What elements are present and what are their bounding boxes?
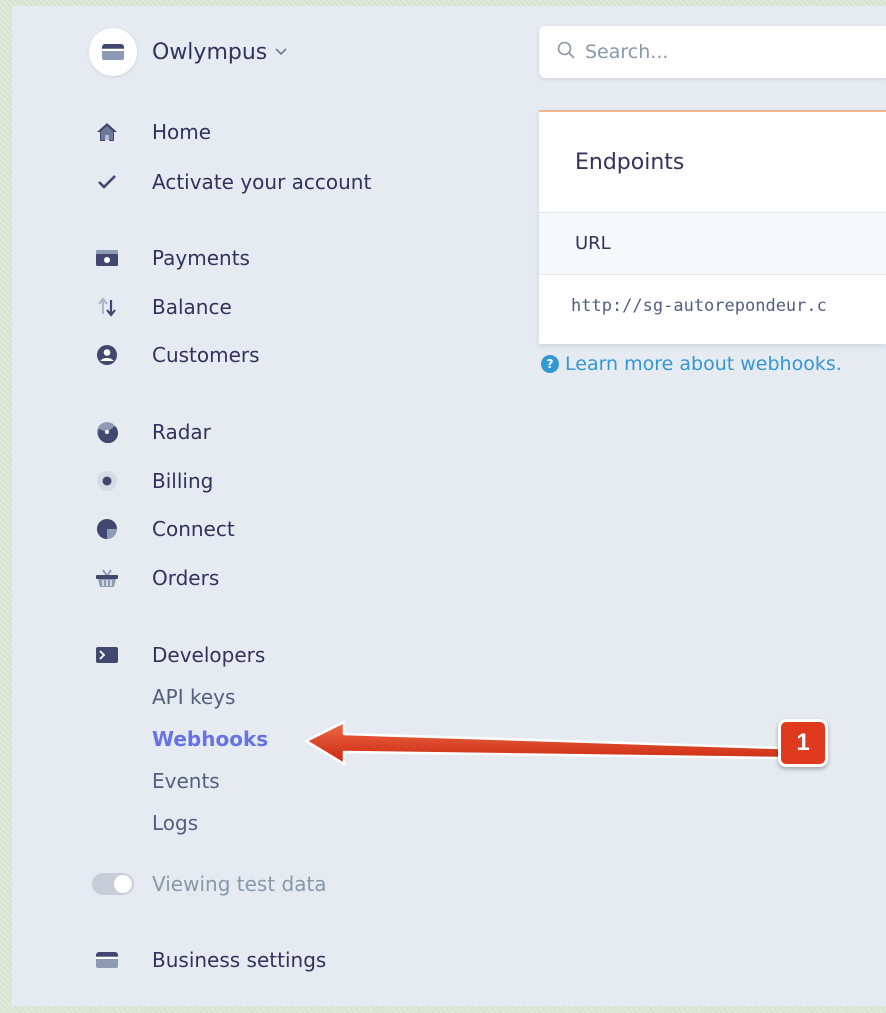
column-header-url: URL — [575, 233, 611, 254]
test-data-toggle-row[interactable]: Viewing test data — [92, 869, 327, 899]
sidebar-item-label: Payments — [152, 246, 250, 270]
sidebar-item-balance[interactable]: Balance — [92, 292, 232, 322]
account-name: Owlympus — [152, 39, 268, 65]
endpoints-card: Endpoints URL http://sg-autorepondeur.c — [539, 110, 886, 344]
table-header: URL — [539, 213, 886, 274]
sidebar-item-label: Balance — [152, 295, 232, 319]
question-icon: ? — [541, 355, 559, 373]
sidebar-item-developers[interactable]: Developers — [92, 640, 265, 670]
sidebar-subitem-logs[interactable]: Logs — [152, 811, 198, 835]
billing-icon — [92, 466, 122, 496]
test-data-label: Viewing test data — [152, 872, 327, 896]
balance-arrows-icon — [92, 292, 122, 322]
sidebar-subitem-api-keys[interactable]: API keys — [152, 685, 235, 709]
sidebar-item-label: Orders — [152, 566, 220, 590]
dashboard-window: Owlympus Home Activate your account Paym… — [12, 6, 886, 1006]
sidebar-item-label: Business settings — [152, 948, 327, 972]
orders-basket-icon — [92, 563, 122, 593]
sidebar-item-orders[interactable]: Orders — [92, 563, 219, 593]
sidebar-item-label: Radar — [152, 420, 211, 444]
annotation-badge: 1 — [778, 719, 828, 767]
sidebar-item-billing[interactable]: Billing — [92, 466, 213, 496]
sidebar-item-label: Developers — [152, 643, 266, 667]
divider — [539, 274, 886, 275]
account-switcher[interactable]: Owlympus — [89, 28, 287, 76]
sidebar-item-home[interactable]: Home — [92, 117, 211, 147]
customer-icon — [92, 340, 122, 370]
terminal-icon — [92, 640, 122, 670]
radar-icon — [92, 417, 122, 447]
sidebar-item-payments[interactable]: Payments — [92, 243, 250, 273]
search-input[interactable]: Search... — [539, 26, 886, 78]
sidebar-item-label: Customers — [152, 343, 260, 367]
store-icon — [92, 945, 122, 975]
card-title: Endpoints — [575, 150, 685, 175]
sidebar-subitem-webhooks[interactable]: Webhooks — [152, 727, 268, 751]
sidebar-item-connect[interactable]: Connect — [92, 514, 235, 544]
checkmark-icon — [92, 167, 122, 197]
home-icon — [92, 117, 122, 147]
sidebar-item-customers[interactable]: Customers — [92, 340, 260, 370]
annotation-arrow — [304, 720, 782, 766]
sidebar-item-label: Home — [152, 120, 212, 144]
search-icon — [557, 41, 575, 63]
sidebar-item-label: Connect — [152, 517, 235, 541]
sidebar-subitem-events[interactable]: Events — [152, 769, 220, 793]
test-data-toggle[interactable] — [92, 873, 134, 895]
sidebar-item-activate[interactable]: Activate your account — [92, 167, 371, 197]
chevron-down-icon — [275, 44, 287, 60]
learn-more-text: Learn more about webhooks. — [565, 353, 842, 375]
search-placeholder: Search... — [585, 41, 669, 63]
store-icon — [89, 28, 137, 76]
sidebar-item-business-settings[interactable]: Business settings — [92, 945, 326, 975]
payments-icon — [92, 243, 122, 273]
connect-icon — [92, 514, 122, 544]
learn-more-link[interactable]: ? Learn more about webhooks. — [541, 353, 842, 375]
sidebar-item-label: Billing — [152, 469, 214, 493]
sidebar-item-label: Activate your account — [152, 170, 372, 194]
endpoint-url-cell[interactable]: http://sg-autorepondeur.c — [571, 296, 827, 316]
sidebar-item-radar[interactable]: Radar — [92, 417, 211, 447]
